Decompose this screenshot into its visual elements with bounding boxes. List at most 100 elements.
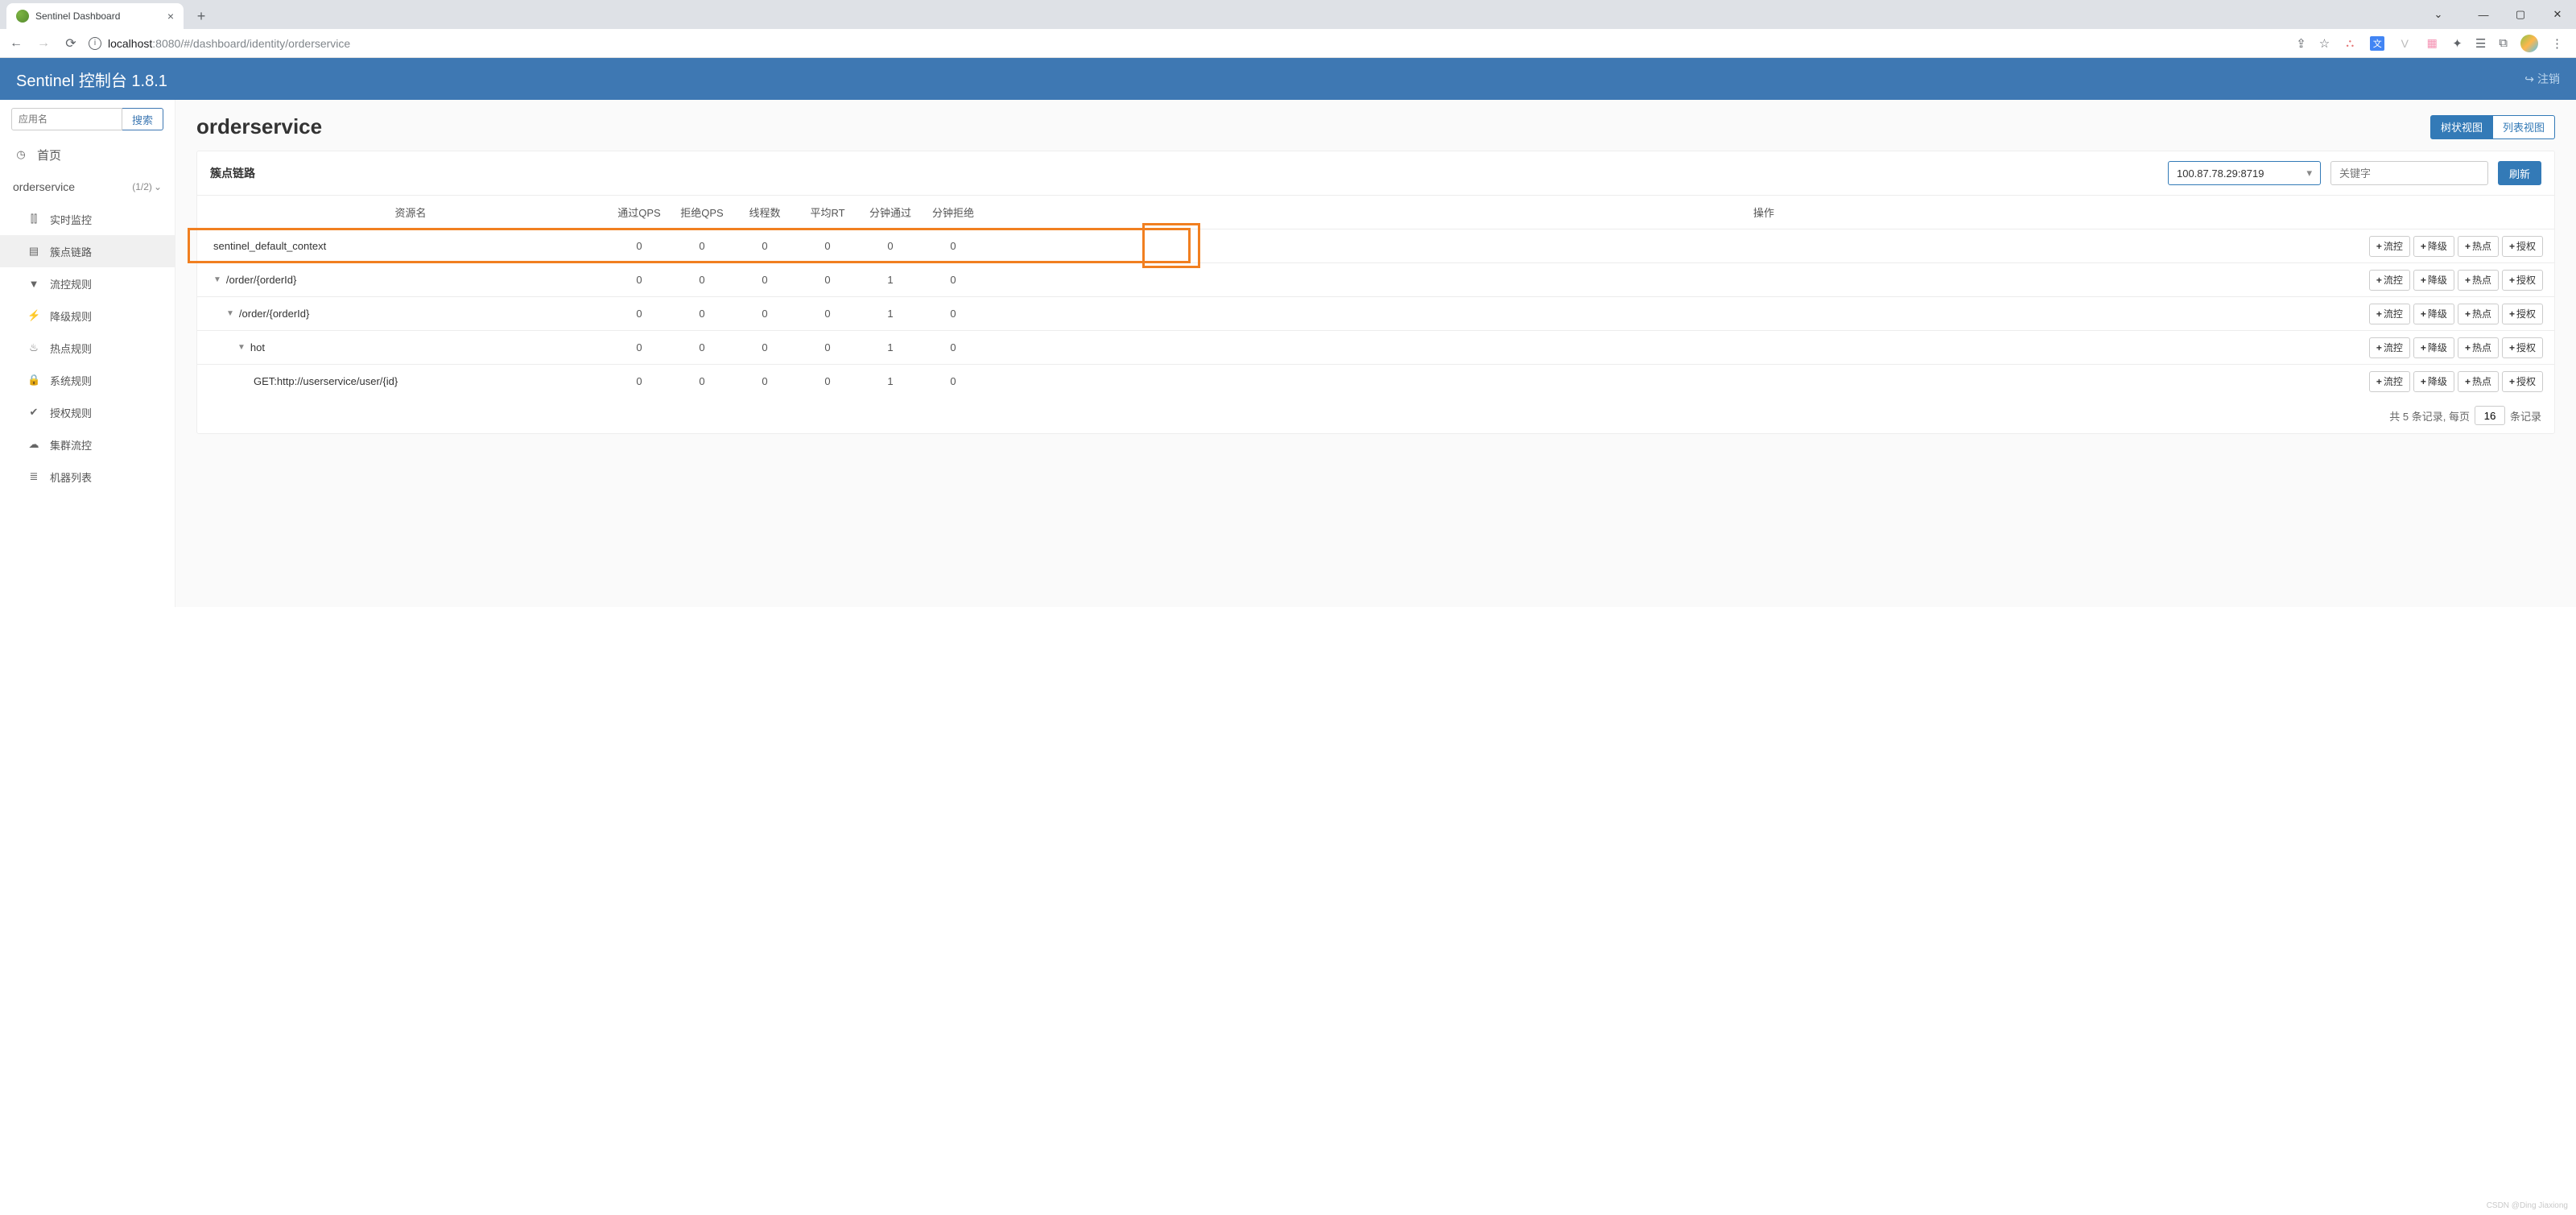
degrade-button[interactable]: +降级 (2413, 304, 2454, 324)
sidebar-home[interactable]: ◷ 首页 (0, 138, 175, 171)
hot-button[interactable]: +热点 (2458, 371, 2499, 392)
flow-button[interactable]: +流控 (2369, 304, 2410, 324)
caret-down-icon[interactable]: ▼ (226, 309, 234, 318)
degrade-button[interactable]: +降级 (2413, 337, 2454, 358)
hot-button[interactable]: +热点 (2458, 270, 2499, 291)
hot-button[interactable]: +热点 (2458, 304, 2499, 324)
minimize-button[interactable]: — (2465, 2, 2502, 27)
auth-button[interactable]: +授权 (2502, 371, 2543, 392)
auth-button[interactable]: +授权 (2502, 304, 2543, 324)
page-size-input[interactable] (2475, 406, 2505, 425)
col-pass-qps: 通过QPS (608, 205, 671, 220)
keyword-input[interactable] (2330, 161, 2488, 185)
browser-tab-strip: Sentinel Dashboard × + ⌄ — ▢ ✕ (0, 0, 2576, 29)
forward-button[interactable]: → (34, 34, 53, 53)
cell-rt: 0 (796, 240, 859, 252)
sidebar-item-lock[interactable]: 🔒系统规则 (0, 364, 175, 396)
extension-icon[interactable]: ⛬ (2343, 36, 2357, 51)
maximize-button[interactable]: ▢ (2502, 2, 2539, 27)
check-icon: ✔ (27, 406, 40, 419)
resource-table: 资源名 通过QPS 拒绝QPS 线程数 平均RT 分钟通过 分钟拒绝 操作 se… (197, 195, 2554, 398)
app-title: Sentinel 控制台 1.8.1 (16, 68, 167, 91)
cell-min-pass: 1 (859, 274, 922, 286)
flow-button[interactable]: +流控 (2369, 236, 2410, 257)
plus-icon: + (2465, 241, 2471, 252)
extension-pink-icon[interactable]: ▦ (2425, 36, 2439, 51)
cell-ops: +流控+降级+热点+授权 (985, 371, 2554, 392)
main-content: orderservice 树状视图 列表视图 簇点链路 100.87.78.29… (175, 100, 2576, 607)
site-info-icon[interactable]: i (89, 37, 101, 50)
share-icon[interactable]: ⇪ (2296, 36, 2306, 51)
address-bar[interactable]: i localhost:8080/#/dashboard/identity/or… (89, 37, 2288, 50)
cell-resource: ▼hot (197, 341, 608, 353)
sidebar-item-chart[interactable]: ⫿⫿实时监控 (0, 203, 175, 235)
cell-rt: 0 (796, 308, 859, 320)
close-window-button[interactable]: ✕ (2539, 2, 2576, 27)
tab-title: Sentinel Dashboard (35, 10, 120, 22)
refresh-button[interactable]: 刷新 (2498, 161, 2541, 185)
close-icon[interactable]: × (167, 10, 174, 23)
fire-icon: ♨ (27, 341, 40, 354)
reload-button[interactable]: ⟳ (61, 34, 80, 53)
sidebar-item-filter[interactable]: ▼流控规则 (0, 267, 175, 300)
cell-min-pass: 0 (859, 240, 922, 252)
plus-icon: + (2376, 342, 2382, 353)
cell-threads: 0 (733, 274, 796, 286)
logout-link[interactable]: ↪ 注销 (2524, 71, 2560, 87)
cell-rt: 0 (796, 375, 859, 387)
caret-down-icon: ▾ (2306, 167, 2312, 180)
cell-resource: sentinel_default_context (197, 240, 608, 252)
profile-avatar[interactable] (2520, 35, 2538, 52)
col-rt: 平均RT (796, 205, 859, 220)
sidebar-item-fire[interactable]: ♨热点规则 (0, 332, 175, 364)
plus-icon: + (2421, 376, 2426, 387)
degrade-button[interactable]: +降级 (2413, 270, 2454, 291)
app-search-input[interactable] (11, 108, 122, 130)
browser-toolbar: ← → ⟳ i localhost:8080/#/dashboard/ident… (0, 29, 2576, 58)
extension-v-icon[interactable]: V (2397, 36, 2412, 51)
list-view-button[interactable]: 列表视图 (2493, 115, 2555, 139)
flow-button[interactable]: +流控 (2369, 270, 2410, 291)
sidebar-item-list[interactable]: ▤簇点链路 (0, 235, 175, 267)
hot-button[interactable]: +热点 (2458, 337, 2499, 358)
machine-select[interactable]: 100.87.78.29:8719 ▾ (2168, 161, 2321, 185)
tree-view-button[interactable]: 树状视图 (2430, 115, 2493, 139)
hot-button[interactable]: +热点 (2458, 236, 2499, 257)
flow-button[interactable]: +流控 (2369, 337, 2410, 358)
new-tab-button[interactable]: + (190, 5, 213, 27)
window-controls: ⌄ — ▢ ✕ (2420, 0, 2576, 29)
sidebar-item-bolt[interactable]: ⚡降级规则 (0, 300, 175, 332)
sidebar-item-bars[interactable]: ≣机器列表 (0, 461, 175, 493)
cell-min-reject: 0 (922, 240, 985, 252)
translate-icon[interactable]: 文 (2370, 36, 2384, 51)
caret-down-icon[interactable]: ▼ (213, 275, 221, 284)
cell-reject: 0 (671, 308, 733, 320)
cell-rt: 0 (796, 274, 859, 286)
auth-button[interactable]: +授权 (2502, 236, 2543, 257)
extensions-icon[interactable]: ✦ (2452, 36, 2462, 51)
plus-icon: + (2421, 308, 2426, 320)
browser-tab[interactable]: Sentinel Dashboard × (6, 3, 184, 29)
sidebar-item-check[interactable]: ✔授权规则 (0, 396, 175, 428)
caret-down-icon[interactable]: ▼ (237, 343, 246, 352)
sidebar-app-group[interactable]: orderservice (1/2)⌄ (0, 171, 175, 203)
table-row: GET:http://userservice/user/{id}000010+流… (197, 364, 2554, 398)
cell-threads: 0 (733, 375, 796, 387)
sidebar-item-cloud[interactable]: ☁集群流控 (0, 428, 175, 461)
degrade-button[interactable]: +降级 (2413, 236, 2454, 257)
back-button[interactable]: ← (6, 34, 26, 53)
cell-pass: 0 (608, 240, 671, 252)
star-icon[interactable]: ☆ (2319, 36, 2330, 51)
chevron-down-icon[interactable]: ⌄ (2420, 2, 2457, 27)
degrade-button[interactable]: +降级 (2413, 371, 2454, 392)
tab-overview-icon[interactable]: ⧉ (2499, 36, 2508, 50)
kebab-menu-icon[interactable]: ⋮ (2551, 36, 2563, 51)
auth-button[interactable]: +授权 (2502, 337, 2543, 358)
app-search-button[interactable]: 搜索 (122, 108, 163, 130)
plus-icon: + (2509, 241, 2515, 252)
auth-button[interactable]: +授权 (2502, 270, 2543, 291)
plus-icon: + (2465, 275, 2471, 286)
reading-list-icon[interactable]: ☰ (2475, 36, 2486, 51)
flow-button[interactable]: +流控 (2369, 371, 2410, 392)
cell-min-reject: 0 (922, 375, 985, 387)
